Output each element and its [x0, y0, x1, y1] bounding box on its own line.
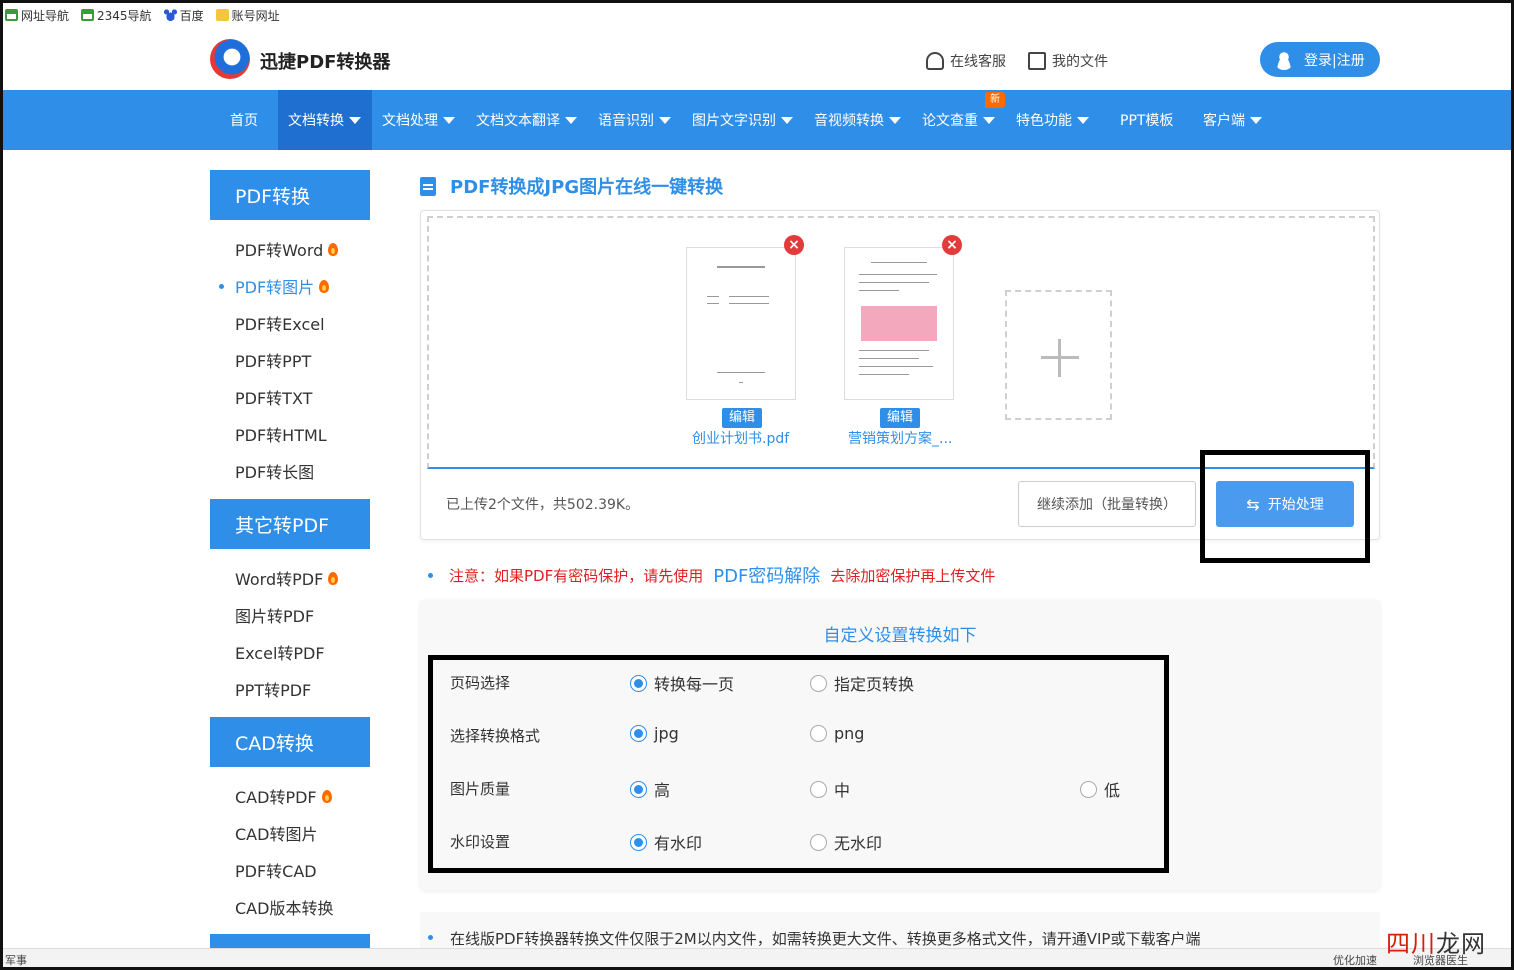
bookmark-accounts[interactable]: 账号网址: [214, 7, 280, 24]
highlight-box: [428, 655, 1169, 873]
login-register-button[interactable]: 登录|注册: [1260, 42, 1380, 77]
remove-file-button[interactable]: ×: [784, 235, 804, 255]
nav-doc-convert[interactable]: 文档转换: [278, 90, 372, 150]
bullet-dot: [428, 572, 433, 578]
plus-icon: [1041, 339, 1079, 377]
caret-down-icon: [1250, 116, 1262, 124]
caret-down-icon: [443, 116, 455, 124]
bookmark-baidu[interactable]: 百度: [162, 7, 204, 24]
sidebar-item-pdf-to-cad[interactable]: PDF转CAD: [235, 859, 317, 881]
caret-down-icon: [1077, 116, 1089, 124]
upload-status: 已上传2个文件，共502.39K。: [446, 497, 640, 513]
batch-add-button[interactable]: 继续添加（批量转换）: [1018, 481, 1196, 527]
sidebar-item-image-to-pdf[interactable]: 图片转PDF: [235, 604, 314, 626]
sidebar-item-pdf-to-excel[interactable]: PDF转Excel: [235, 312, 325, 334]
paw-icon: [163, 9, 177, 21]
nav-doc-translate[interactable]: 文档文本翻译: [476, 90, 577, 150]
pdf-unlock-link[interactable]: PDF密码解除: [713, 562, 820, 588]
page-title: PDF转换成JPG图片在线一键转换: [420, 173, 723, 199]
file-thumbnail[interactable]: [844, 247, 954, 400]
fire-icon: [321, 789, 332, 803]
fire-icon: [328, 571, 339, 585]
sidebar-item-pdf-to-html[interactable]: PDF转HTML: [235, 423, 327, 445]
highlight-box: [1200, 450, 1370, 563]
sidebar-item-pdf-to-ppt[interactable]: PDF转PPT: [235, 349, 311, 371]
caret-down-icon: [659, 116, 671, 124]
site-watermark: 四川龙网: [1386, 930, 1486, 958]
bookmarks-bar: 网址导航 2345导航 百度 账号网址: [3, 3, 1511, 27]
my-files-link[interactable]: 我的文件: [1028, 51, 1108, 71]
new-badge: 新: [985, 92, 1005, 108]
caret-down-icon: [889, 116, 901, 124]
edit-file-button[interactable]: 编辑: [722, 408, 762, 428]
caret-down-icon: [349, 116, 361, 124]
file-thumbnail[interactable]: [686, 247, 796, 400]
nav-image-ocr[interactable]: 图片文字识别: [692, 90, 793, 150]
user-icon: [1274, 49, 1294, 70]
sidebar-item-pdf-to-txt[interactable]: PDF转TXT: [235, 386, 312, 408]
online-service-link[interactable]: 在线客服: [926, 51, 1006, 71]
sidebar-group-other-to-pdf: 其它转PDF: [210, 499, 370, 549]
sidebar-item-word-to-pdf[interactable]: Word转PDF: [235, 567, 339, 589]
sidebar-item-pdf-to-long-image[interactable]: PDF转长图: [235, 460, 314, 482]
sidebar-item-ppt-to-pdf[interactable]: PPT转PDF: [235, 678, 311, 700]
optimize-speed-link[interactable]: 优化加速: [1333, 952, 1377, 968]
house-icon: [5, 9, 18, 21]
sidebar-item-cad-to-pdf[interactable]: CAD转PDF: [235, 785, 332, 807]
status-left-text[interactable]: 军事: [5, 952, 27, 968]
house-icon: [81, 9, 95, 21]
document-icon: [420, 176, 436, 196]
file-name: 创业计划书.pdf: [692, 431, 790, 447]
caret-down-icon: [565, 116, 577, 124]
nav-speech-recognition[interactable]: 语音识别: [598, 90, 671, 150]
active-dot: [219, 284, 224, 289]
brand-logo-icon[interactable]: [210, 39, 250, 79]
settings-title: 自定义设置转换如下: [823, 626, 977, 646]
bookmark-2345-nav[interactable]: 2345导航: [79, 7, 152, 24]
password-notice: 注意：如果PDF有密码保护，请先使用 PDF密码解除 去除加密保护再上传文件: [428, 562, 995, 588]
nav-doc-process[interactable]: 文档处理: [382, 90, 455, 150]
nav-ppt-templates[interactable]: PPT模板: [1120, 90, 1173, 150]
document-image: [861, 306, 937, 341]
bookmark-url-nav[interactable]: 网址导航: [3, 7, 69, 24]
sidebar-group-next: [210, 934, 370, 948]
fire-icon: [319, 279, 330, 293]
add-file-button[interactable]: [1005, 290, 1112, 420]
browser-status-bar: 军事 优化加速 浏览器医生: [3, 948, 1511, 967]
sidebar-item-cad-version-convert[interactable]: CAD版本转换: [235, 896, 333, 918]
caret-down-icon: [983, 116, 995, 124]
nav-client[interactable]: 客户端: [1203, 90, 1262, 150]
brand-name[interactable]: 迅捷PDF转换器: [260, 48, 390, 74]
sidebar-item-pdf-to-image[interactable]: PDF转图片: [235, 275, 330, 297]
fire-icon: [328, 242, 339, 256]
file-name: 营销策划方案_...: [848, 431, 953, 447]
nav-home[interactable]: 首页: [230, 90, 258, 150]
sidebar-group-pdf-convert: PDF转换: [210, 170, 370, 220]
main-nav: 首页 文档转换 文档处理 文档文本翻译 语音识别 图片文字识别 音视频转换 论文…: [3, 90, 1511, 150]
sidebar-item-pdf-to-word[interactable]: PDF转Word: [235, 238, 339, 260]
remove-file-button[interactable]: ×: [942, 235, 962, 255]
sidebar-group-cad-convert: CAD转换: [210, 717, 370, 767]
edit-file-button[interactable]: 编辑: [880, 408, 920, 428]
caret-down-icon: [781, 116, 793, 124]
nav-av-convert[interactable]: 音视频转换: [814, 90, 901, 150]
bullet-dot: [428, 935, 433, 940]
folder-icon: [215, 9, 229, 21]
sidebar-item-excel-to-pdf[interactable]: Excel转PDF: [235, 641, 325, 663]
sidebar-item-cad-to-image[interactable]: CAD转图片: [235, 822, 317, 844]
site-header: 迅捷PDF转换器 在线客服 我的文件 登录|注册: [3, 27, 1511, 90]
footer-note: 在线版PDF转换器转换文件仅限于2M以内文件，如需转换更大文件、转换更多格式文件…: [420, 912, 1380, 952]
headset-icon: [926, 52, 944, 70]
document-icon: [1028, 52, 1046, 70]
nav-features[interactable]: 特色功能: [1016, 90, 1089, 150]
